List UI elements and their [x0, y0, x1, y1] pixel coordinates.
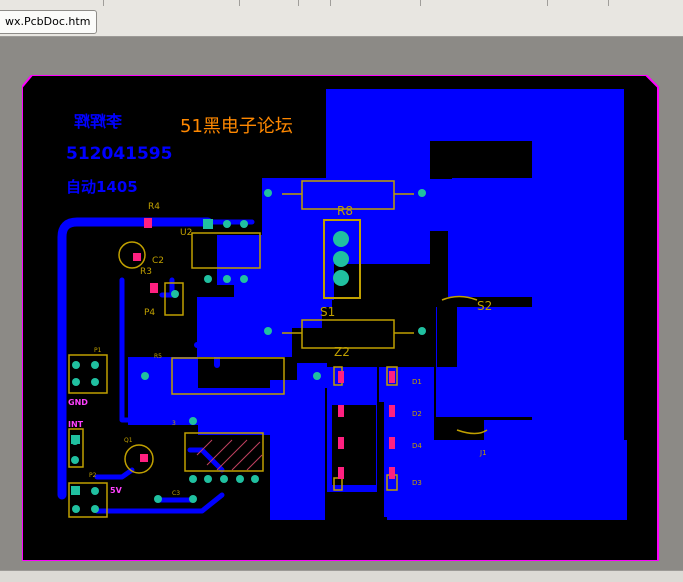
label-gnd: GND [68, 398, 88, 407]
toolbar-separator [239, 0, 240, 6]
toolbar-separator [420, 0, 421, 6]
label-pad3: 3 [172, 420, 176, 427]
mirror-id-text: 512041595 [66, 144, 172, 164]
label-c2: C2 [152, 256, 164, 266]
pcb-canvas: 李辉辉 51黑电子论坛 512041595 自动1405 R4 U2 C2 R3… [21, 74, 659, 562]
status-bar [0, 570, 683, 582]
label-d3: D3 [412, 479, 422, 487]
toolbar-separator [103, 0, 104, 6]
label-p2: P2 [89, 472, 97, 479]
label-d4: D4 [412, 442, 422, 450]
label-u2: U2 [180, 228, 192, 238]
label-j1: J1 [479, 449, 487, 457]
mirror-name-text: 李辉辉 [74, 112, 123, 131]
toolbar-separator [608, 0, 609, 6]
mirror-class-text: 自动1405 [66, 178, 138, 196]
label-c3: C3 [172, 490, 180, 497]
label-z2: Z2 [334, 345, 350, 359]
label-r3: R3 [140, 267, 152, 277]
toolbar-separator [298, 0, 299, 6]
label-5v: 5V [110, 486, 123, 495]
label-r8: R8 [337, 204, 353, 218]
label-d1: D1 [412, 378, 422, 386]
window-toolbar: wx.PcbDoc.htm [0, 0, 683, 37]
label-s1: S1 [320, 305, 335, 319]
label-p1: P1 [94, 347, 102, 354]
label-s2: S2 [477, 299, 492, 313]
label-q1: Q1 [124, 437, 133, 444]
label-r4: R4 [148, 202, 160, 212]
label-p4: P4 [144, 308, 155, 318]
document-tab[interactable]: wx.PcbDoc.htm [0, 10, 98, 34]
forum-title: 51黑电子论坛 [180, 116, 293, 137]
label-int: INT [68, 420, 84, 429]
label-r5: R5 [154, 353, 162, 360]
pcb-board-view[interactable]: 李辉辉 51黑电子论坛 512041595 自动1405 R4 U2 C2 R3… [21, 74, 659, 562]
toolbar-separator [547, 0, 548, 6]
toolbar-separator [330, 0, 331, 6]
label-d2: D2 [412, 410, 422, 418]
